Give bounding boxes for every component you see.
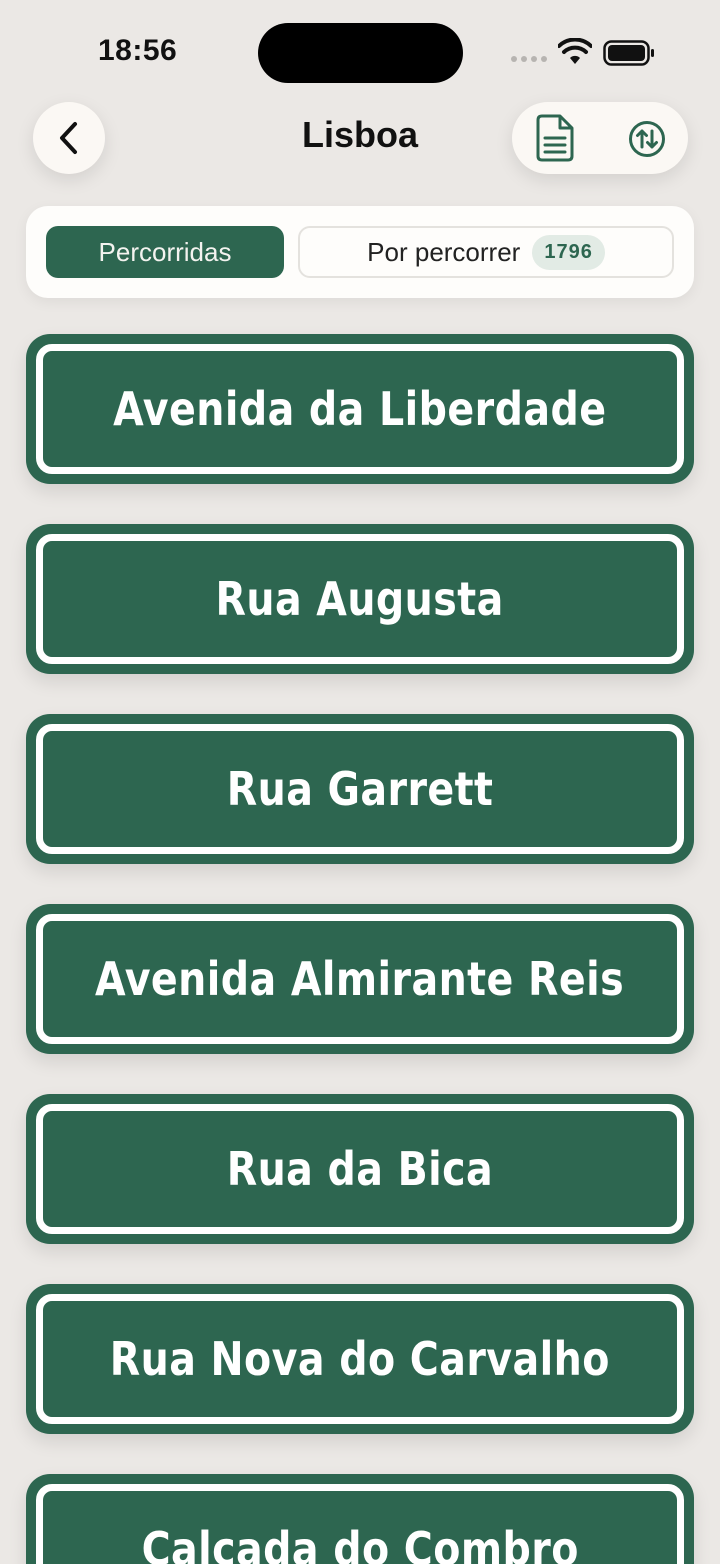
street-name: Rua Garrett	[226, 762, 494, 816]
street-name: Rua da Bica	[226, 1142, 494, 1196]
street-sign[interactable]: Calcada do Combro	[26, 1474, 694, 1564]
street-sign[interactable]: Rua Nova do Carvalho	[26, 1284, 694, 1434]
street-sign[interactable]: Avenida Almirante Reis	[26, 904, 694, 1054]
sign-border: Avenida da Liberdade	[36, 344, 684, 474]
street-sign[interactable]: Rua Augusta	[26, 524, 694, 674]
sign-border: Calcada do Combro	[36, 1484, 684, 1564]
street-name: Avenida da Liberdade	[113, 382, 607, 436]
street-name: Rua Augusta	[215, 572, 505, 626]
sign-border: Rua Garrett	[36, 724, 684, 854]
sign-border: Rua Nova do Carvalho	[36, 1294, 684, 1424]
street-name: Rua Nova do Carvalho	[109, 1332, 611, 1386]
street-sign[interactable]: Rua Garrett	[26, 714, 694, 864]
street-name: Avenida Almirante Reis	[95, 952, 625, 1006]
sign-border: Avenida Almirante Reis	[36, 914, 684, 1044]
sign-border: Rua Augusta	[36, 534, 684, 664]
street-sign[interactable]: Avenida da Liberdade	[26, 334, 694, 484]
street-list: Avenida da Liberdade Rua Augusta Rua Gar…	[0, 0, 720, 1564]
sign-border: Rua da Bica	[36, 1104, 684, 1234]
street-name: Calcada do Combro	[141, 1522, 579, 1564]
street-sign[interactable]: Rua da Bica	[26, 1094, 694, 1244]
